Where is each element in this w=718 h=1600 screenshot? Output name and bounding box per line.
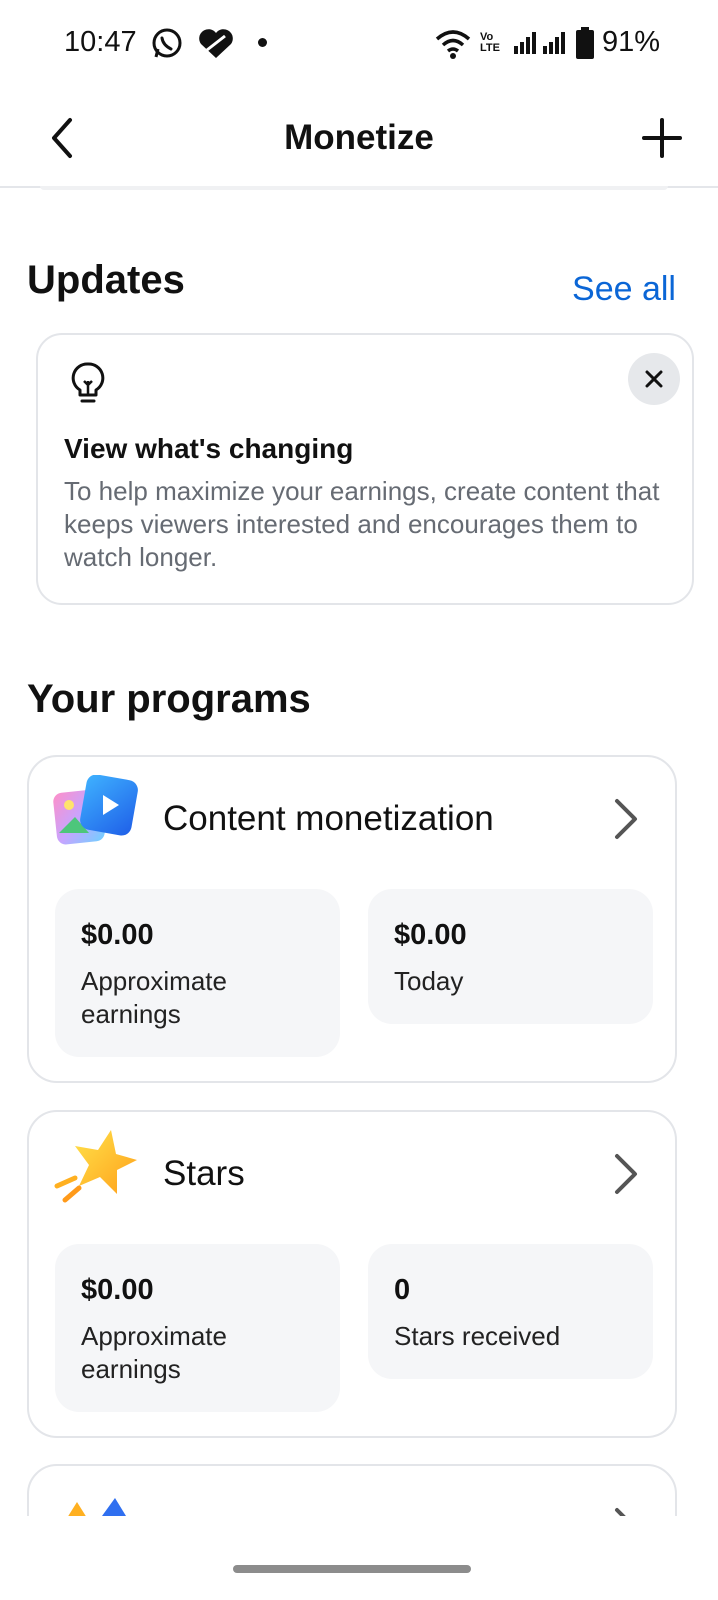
today-value: $0.00 xyxy=(394,919,467,951)
lightbulb-icon xyxy=(71,362,105,403)
earnings-label: Approximate earnings xyxy=(81,966,227,1029)
earnings-value: $0.00 xyxy=(81,919,154,951)
wifi-icon xyxy=(435,30,471,59)
program-card-content-monetization[interactable]: Content monetization $0.00 Approximate e… xyxy=(27,755,677,1083)
chevron-right-icon xyxy=(615,1508,626,1516)
signal-icon-2 xyxy=(543,32,565,54)
update-body: To help maximize your earnings, create c… xyxy=(64,476,660,572)
chevron-right-icon xyxy=(615,799,637,839)
content-monetization-icon xyxy=(53,775,138,845)
status-time: 10:47 xyxy=(64,26,137,58)
programs-heading: Your programs xyxy=(27,677,311,721)
notification-dot-icon xyxy=(258,38,267,47)
volte-label: Vo LTE xyxy=(480,31,500,54)
home-indicator[interactable] xyxy=(233,1565,471,1573)
stars-earnings-value: $0.00 xyxy=(81,1274,154,1306)
app-header: Monetize xyxy=(0,90,718,188)
program-title: Content monetization xyxy=(163,799,494,838)
see-all-link[interactable]: See all xyxy=(572,270,676,309)
clipped-content xyxy=(0,1440,718,1516)
earnings-tile: $0.00 Approximate earnings xyxy=(55,889,340,1057)
program-card-stars[interactable]: Stars $0.00 Approximate earnings 0 Stars… xyxy=(27,1110,677,1438)
stars-received-label: Stars received xyxy=(394,1321,561,1351)
today-tile: $0.00 Today xyxy=(368,889,653,1024)
scrolled-content-edge xyxy=(40,186,668,190)
updates-heading: Updates xyxy=(27,258,185,302)
battery-icon xyxy=(576,27,594,59)
stars-earnings-tile: $0.00 Approximate earnings xyxy=(55,1244,340,1412)
program-title: Stars xyxy=(163,1154,245,1193)
stars-received-value: 0 xyxy=(394,1274,411,1306)
update-card[interactable]: View what's changing To help maximize yo… xyxy=(36,333,694,605)
heart-icon xyxy=(199,29,233,58)
page-title: Monetize xyxy=(284,118,434,157)
today-label: Today xyxy=(394,966,464,996)
update-title: View what's changing xyxy=(64,433,354,464)
close-icon xyxy=(645,370,663,388)
stars-earnings-label: Approximate earnings xyxy=(81,1321,227,1384)
signal-icon xyxy=(514,32,536,54)
chevron-right-icon xyxy=(615,1154,637,1194)
add-icon[interactable] xyxy=(640,116,684,160)
battery-percent: 91% xyxy=(602,26,661,58)
star-icon xyxy=(54,1130,137,1203)
whatsapp-icon xyxy=(152,28,182,58)
status-bar: 10:47 Vo LTE 91% xyxy=(0,0,718,90)
program-icon-partial xyxy=(68,1498,126,1516)
program-card-partial[interactable] xyxy=(27,1464,677,1516)
close-update-button[interactable] xyxy=(628,353,680,405)
stars-received-tile: 0 Stars received xyxy=(368,1244,653,1379)
